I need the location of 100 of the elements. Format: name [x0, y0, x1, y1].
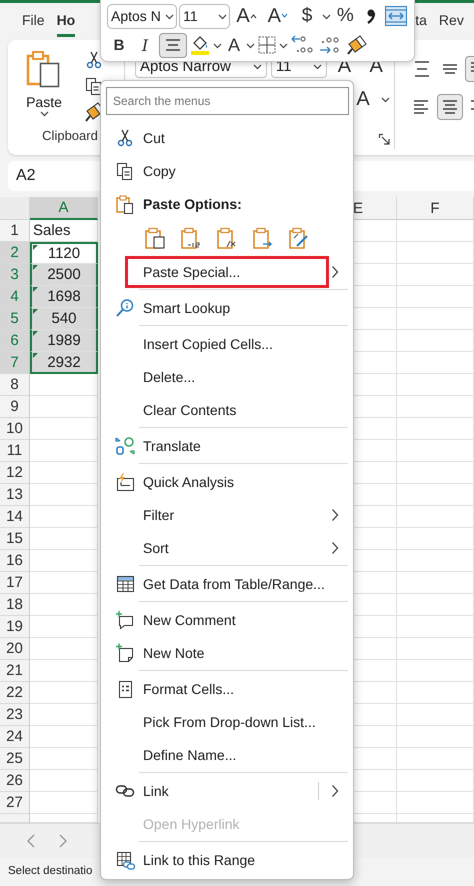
- row-header[interactable]: 11: [0, 440, 30, 462]
- table-cell[interactable]: 2932: [30, 352, 98, 374]
- format-button[interactable]: %: [332, 4, 358, 28]
- row-header[interactable]: 24: [0, 726, 30, 748]
- ribbon-tab[interactable]: Rev: [438, 3, 464, 37]
- scissors-icon[interactable]: [84, 50, 104, 70]
- table-cell[interactable]: [397, 396, 474, 418]
- table-cell[interactable]: [397, 484, 474, 506]
- menu-item[interactable]: Format Cells...: [106, 672, 348, 705]
- row-header[interactable]: 4: [0, 286, 30, 308]
- borders-icon[interactable]: [257, 35, 277, 55]
- row-header[interactable]: 17: [0, 572, 30, 594]
- row-header[interactable]: 27: [0, 792, 30, 814]
- caret-icon[interactable]: [322, 12, 331, 20]
- chevron-left-icon[interactable]: [26, 833, 36, 849]
- name-box[interactable]: A2: [8, 167, 98, 185]
- row-header[interactable]: 5: [0, 308, 30, 330]
- table-cell[interactable]: [397, 242, 474, 264]
- menu-item[interactable]: Quick Analysis: [106, 465, 348, 498]
- format-painter-icon[interactable]: [346, 34, 368, 56]
- table-cell[interactable]: [30, 440, 98, 462]
- ribbon-tab[interactable]: ta: [415, 3, 427, 37]
- row-header[interactable]: 21: [0, 660, 30, 682]
- menu-item[interactable]: Paste Special...: [106, 255, 348, 288]
- row-header[interactable]: 13: [0, 484, 30, 506]
- row-header[interactable]: 15: [0, 528, 30, 550]
- table-cell[interactable]: [397, 440, 474, 462]
- table-cell[interactable]: [30, 726, 98, 748]
- row-header[interactable]: 19: [0, 616, 30, 638]
- row-header[interactable]: [0, 814, 30, 823]
- fill-color-icon[interactable]: [189, 34, 211, 56]
- table-cell[interactable]: [30, 682, 98, 704]
- ribbon-tab[interactable]: File: [22, 3, 45, 37]
- table-cell[interactable]: [397, 374, 474, 396]
- menu-item[interactable]: Get Data from Table/Range...: [106, 567, 348, 600]
- table-cell[interactable]: [397, 220, 474, 242]
- table-cell[interactable]: [397, 462, 474, 484]
- row-header[interactable]: 25: [0, 748, 30, 770]
- menu-item[interactable]: Define Name...: [106, 738, 348, 771]
- table-cell[interactable]: [30, 506, 98, 528]
- table-cell[interactable]: [30, 418, 98, 440]
- copy-icon[interactable]: [84, 76, 104, 96]
- menu-item[interactable]: New Comment: [106, 603, 348, 636]
- menu-item[interactable]: Delete...: [106, 360, 348, 393]
- caret-icon[interactable]: [213, 42, 222, 48]
- table-cell[interactable]: [30, 638, 98, 660]
- row-header[interactable]: 7: [0, 352, 30, 374]
- row-header[interactable]: 2: [0, 242, 30, 264]
- table-cell[interactable]: 540: [30, 308, 98, 330]
- chevron-right-icon[interactable]: [58, 833, 68, 849]
- row-header[interactable]: 3: [0, 264, 30, 286]
- dialog-launcher-icon[interactable]: [378, 133, 390, 145]
- shrink-font-button[interactable]: A: [263, 4, 292, 28]
- row-header[interactable]: 22: [0, 682, 30, 704]
- table-cell[interactable]: [397, 330, 474, 352]
- table-cell[interactable]: 1698: [30, 286, 98, 308]
- table-cell[interactable]: [30, 770, 98, 792]
- table-cell[interactable]: [30, 704, 98, 726]
- table-cell[interactable]: [397, 748, 474, 770]
- row-header[interactable]: 12: [0, 462, 30, 484]
- table-cell[interactable]: [397, 418, 474, 440]
- table-cell[interactable]: [30, 528, 98, 550]
- table-cell[interactable]: [30, 572, 98, 594]
- table-cell[interactable]: 1989: [30, 330, 98, 352]
- caret-icon[interactable]: [279, 42, 288, 48]
- row-header[interactable]: 23: [0, 704, 30, 726]
- table-cell[interactable]: [30, 396, 98, 418]
- table-cell[interactable]: [30, 374, 98, 396]
- menu-item[interactable]: Clear Contents: [106, 393, 348, 426]
- table-cell[interactable]: [30, 550, 98, 572]
- table-cell[interactable]: [397, 792, 474, 814]
- column-header[interactable]: F: [397, 197, 474, 220]
- grow-font-button[interactable]: A: [232, 4, 262, 28]
- table-cell[interactable]: [397, 770, 474, 792]
- table-cell[interactable]: [30, 748, 98, 770]
- merge-cells-icon[interactable]: [384, 5, 408, 27]
- table-cell[interactable]: [397, 704, 474, 726]
- menu-item[interactable]: Copy: [106, 154, 348, 187]
- center-align-button[interactable]: [159, 32, 187, 58]
- row-header[interactable]: 20: [0, 638, 30, 660]
- row-header[interactable]: 6: [0, 330, 30, 352]
- caret-icon[interactable]: [246, 42, 255, 48]
- table-cell[interactable]: [397, 660, 474, 682]
- row-header[interactable]: 26: [0, 770, 30, 792]
- table-cell[interactable]: [397, 594, 474, 616]
- table-cell[interactable]: [397, 616, 474, 638]
- size-dropdown[interactable]: 11: [179, 4, 230, 28]
- table-cell[interactable]: [397, 550, 474, 572]
- table-cell[interactable]: [397, 572, 474, 594]
- bold-button[interactable]: B: [107, 32, 131, 58]
- table-cell[interactable]: [30, 484, 98, 506]
- row-header[interactable]: 10: [0, 418, 30, 440]
- caret-icon[interactable]: [381, 96, 390, 103]
- row-header[interactable]: 18: [0, 594, 30, 616]
- select-all-corner[interactable]: [0, 197, 30, 220]
- table-cell[interactable]: [397, 264, 474, 286]
- menu-item[interactable]: New Note: [106, 636, 348, 669]
- paste-button[interactable]: Paste: [16, 46, 72, 124]
- row-header[interactable]: 1: [0, 220, 30, 242]
- menu-item[interactable]: Cut: [106, 121, 348, 154]
